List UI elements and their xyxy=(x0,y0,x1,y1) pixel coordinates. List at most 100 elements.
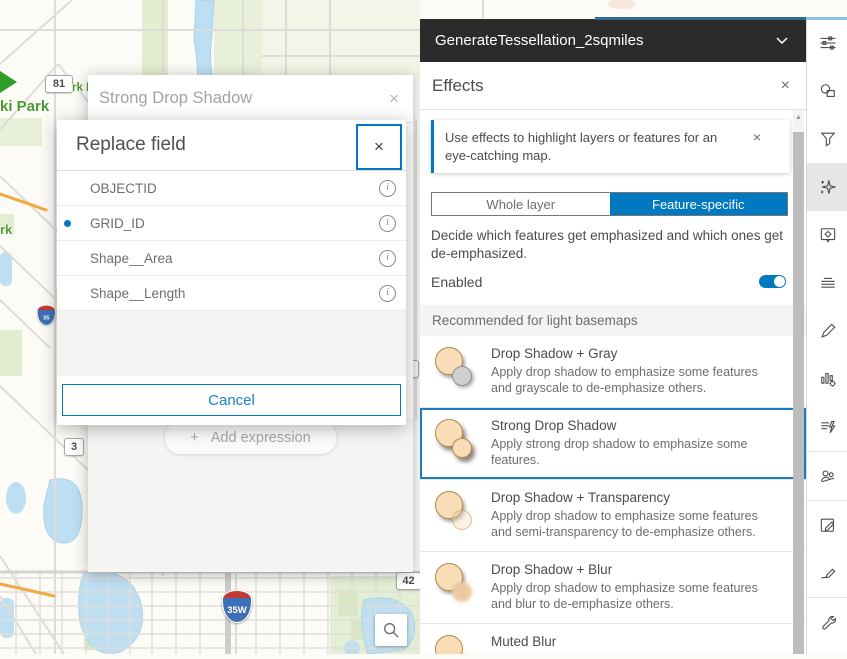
scrollbar-thumb[interactable] xyxy=(793,132,804,654)
close-icon[interactable]: × xyxy=(389,89,399,109)
dialog-footer: Cancel xyxy=(57,376,406,425)
panel-top-accent xyxy=(595,17,806,20)
toolbar-sketch-button[interactable] xyxy=(807,549,847,597)
effect-description: Apply strong drop shadow to emphasize so… xyxy=(491,436,769,469)
list-lightning-icon xyxy=(818,417,838,437)
panel-body: Use effects to highlight layers or featu… xyxy=(420,110,806,654)
label-lines-icon xyxy=(818,273,838,293)
popup-gear-icon xyxy=(818,225,838,245)
effect-preview-icon xyxy=(434,418,478,464)
feature-description: Decide which features get emphasized and… xyxy=(431,227,786,263)
close-icon: × xyxy=(374,137,384,157)
park-entrance-marker xyxy=(0,71,17,93)
effect-option-muted-blur[interactable]: Muted Blur Apply blur to de-emphasize so… xyxy=(420,624,806,654)
field-row-objectid[interactable]: OBJECTID i xyxy=(57,171,406,206)
route-81-badge: 81 xyxy=(45,75,73,93)
dialog-filler xyxy=(57,311,406,376)
pencil-icon xyxy=(818,321,838,341)
field-row-shape-area[interactable]: Shape__Area i xyxy=(57,241,406,276)
chevron-down-icon xyxy=(776,37,788,44)
route-42-badge: 42 xyxy=(396,572,421,590)
panel-scrollbar[interactable]: ▲ xyxy=(793,110,804,654)
park-name-label: ki Park xyxy=(0,98,49,115)
add-expression-button[interactable]: + Add expression xyxy=(163,420,337,455)
enabled-toggle[interactable] xyxy=(759,275,786,288)
effect-preview-icon xyxy=(434,346,478,392)
toolbar-properties-button[interactable] xyxy=(807,19,847,67)
route-3-badge: 3 xyxy=(64,438,84,456)
effect-description: Apply drop shadow to emphasize some feat… xyxy=(491,580,769,613)
chart-gear-icon xyxy=(818,369,838,389)
info-icon[interactable]: i xyxy=(379,285,396,302)
effect-title: Drop Shadow + Transparency xyxy=(491,490,769,505)
wrench-icon xyxy=(818,612,838,632)
dialog-title: Replace field xyxy=(76,134,186,156)
section-header: Recommended for light basemaps xyxy=(420,305,806,336)
toolbar-styles-button[interactable] xyxy=(807,67,847,115)
dialog-title: Strong Drop Shadow xyxy=(99,89,252,108)
panel-header: Effects × xyxy=(420,62,806,110)
tab-whole-layer[interactable]: Whole layer xyxy=(432,193,610,215)
effect-title: Drop Shadow + Gray xyxy=(491,346,769,361)
effect-option-strong-drop-shadow[interactable]: Strong Drop Shadow Apply strong drop sha… xyxy=(420,408,806,480)
toggle-knob xyxy=(774,276,785,287)
plus-icon: + xyxy=(190,430,198,446)
toolbar-top-accent xyxy=(806,17,847,20)
effect-option-drop-shadow-transparency[interactable]: Drop Shadow + Transparency Apply drop sh… xyxy=(420,480,806,552)
dialog-header: Strong Drop Shadow × xyxy=(88,75,413,123)
toolbar-forms-button[interactable] xyxy=(807,307,847,355)
info-notice: Use effects to highlight layers or featu… xyxy=(431,120,790,173)
field-row-shape-length[interactable]: Shape__Length i xyxy=(57,276,406,311)
park-short-label: rk xyxy=(0,222,12,237)
toolbar-popups-button[interactable] xyxy=(807,211,847,259)
effect-title: Strong Drop Shadow xyxy=(491,418,769,433)
effect-option-drop-shadow-blur[interactable]: Drop Shadow + Blur Apply drop shadow to … xyxy=(420,552,806,624)
info-icon[interactable]: i xyxy=(379,215,396,232)
toolbar-edit-button[interactable] xyxy=(807,501,847,549)
notice-text: Use effects to highlight layers or featu… xyxy=(445,129,745,164)
toolbar-sharing-button[interactable] xyxy=(807,452,847,500)
panel-title: Effects xyxy=(432,76,484,96)
effect-preview-icon xyxy=(434,490,478,536)
add-expression-label: Add expression xyxy=(211,430,311,446)
selected-dot xyxy=(64,220,71,227)
close-button[interactable]: × xyxy=(356,124,402,170)
toolbar-labels-button[interactable] xyxy=(807,259,847,307)
interstate-35w-shield: 35W xyxy=(222,590,252,623)
scroll-up-arrow[interactable]: ▲ xyxy=(793,114,804,121)
effect-preview-icon xyxy=(434,562,478,608)
sliders-icon xyxy=(818,33,838,53)
close-icon[interactable]: × xyxy=(753,129,761,164)
effect-description: Apply drop shadow to emphasize some feat… xyxy=(491,508,769,541)
effect-title: Drop Shadow + Blur xyxy=(491,562,769,577)
info-icon[interactable]: i xyxy=(379,180,396,197)
layer-selector[interactable]: GenerateTessellation_2sqmiles xyxy=(420,19,806,62)
toolbar-filter-button[interactable] xyxy=(807,115,847,163)
toolbar-tools-button[interactable] xyxy=(807,598,847,646)
toolbar-effects-button[interactable] xyxy=(807,163,847,211)
group-icon xyxy=(818,466,838,486)
effect-title: Muted Blur xyxy=(491,634,729,649)
effect-description: Apply drop shadow to emphasize some feat… xyxy=(491,364,769,397)
cancel-button[interactable]: Cancel xyxy=(62,384,401,416)
tab-feature-specific[interactable]: Feature-specific xyxy=(610,193,788,215)
filter-funnel-icon xyxy=(818,129,838,149)
enabled-row: Enabled xyxy=(431,274,786,290)
map-search-button[interactable] xyxy=(375,614,407,646)
dialog-header: Replace field × xyxy=(57,120,406,171)
field-row-grid-id[interactable]: GRID_ID i xyxy=(57,206,406,241)
edit-square-icon xyxy=(818,515,838,535)
settings-toolbar xyxy=(806,19,847,654)
layer-feature-tabs: Whole layer Feature-specific xyxy=(431,192,788,216)
effect-preview-icon xyxy=(434,634,478,654)
layer-title: GenerateTessellation_2sqmiles xyxy=(435,32,643,49)
close-icon[interactable]: × xyxy=(781,77,790,95)
effect-option-drop-shadow-gray[interactable]: Drop Shadow + Gray Apply drop shadow to … xyxy=(420,336,806,408)
toolbar-charts-button[interactable] xyxy=(807,355,847,403)
info-icon[interactable]: i xyxy=(379,250,396,267)
effects-panel: GenerateTessellation_2sqmiles Effects × … xyxy=(420,19,806,654)
sparkle-effects-icon xyxy=(818,177,838,197)
enabled-label: Enabled xyxy=(431,274,482,290)
toolbar-process-button[interactable] xyxy=(807,403,847,451)
sketch-pencil-icon xyxy=(818,563,838,583)
